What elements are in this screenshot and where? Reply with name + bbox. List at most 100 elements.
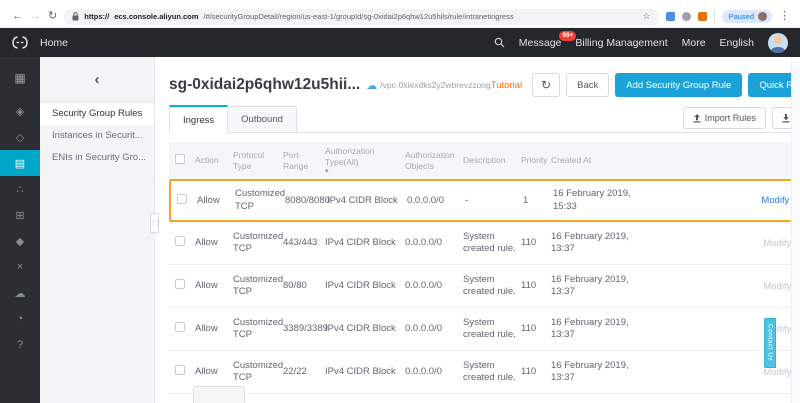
address-bar[interactable]: https://ecs.console.aliyun.com/#/securit… (64, 9, 658, 25)
export-download-icon (782, 114, 790, 123)
created-at-value: 16 February 2019, 13:37 (551, 231, 635, 256)
sidebar-resize-handle[interactable]: ⋮⋮ (150, 213, 159, 233)
paused-extension-pill[interactable]: Paused (722, 10, 772, 23)
cell-auth-objects: 0.0.0.0/0 (405, 280, 463, 292)
vpc-id-link[interactable]: /vpc-0xiexdks2y2wbrevzzoog (380, 80, 491, 90)
refresh-button[interactable]: ↻ (532, 73, 560, 97)
cell-description: - (465, 195, 523, 207)
cluster-icon[interactable]: ∴ (0, 176, 40, 202)
cell-description: System created rule. (463, 317, 521, 342)
contact-us-tab[interactable]: Contact Us (764, 318, 776, 368)
import-rules-button[interactable]: Import Rules (683, 107, 766, 129)
browser-reload-icon[interactable]: ↻ (48, 11, 57, 22)
help-tools-icon[interactable]: ? (0, 332, 40, 358)
row-checkbox[interactable] (175, 279, 185, 289)
collapse-chevron-icon: ‹ (95, 72, 100, 87)
tab-outbound[interactable]: Outbound (228, 106, 297, 132)
page-title: sg-0xidai2p6qhw12u5hii... (169, 76, 360, 94)
cell-priority: 1 (523, 195, 553, 207)
workbench-icon[interactable]: ◇ (0, 124, 40, 150)
created-at-value: 16 February 2019, 13:37 (551, 360, 635, 385)
message-label: Message (519, 37, 562, 49)
header-priority: Priority (521, 151, 551, 170)
url-path: /#/securityGroupDetail/region/us-east-1/… (203, 12, 513, 21)
row-checkbox[interactable] (177, 194, 187, 204)
header-description: Description (463, 151, 521, 170)
sidebar-item-security-group-rules[interactable]: Security Group Rules (40, 103, 154, 125)
browser-back-icon[interactable]: ← (12, 11, 23, 22)
row-checkbox[interactable] (175, 322, 185, 332)
cloud-storage-icon[interactable]: ☁ (0, 280, 40, 306)
sidebar-collapse[interactable]: ‹ (40, 57, 154, 103)
cell-created: 16 February 2019, 13:37 (551, 360, 635, 385)
created-at-value: 16 February 2019, 13:37 (551, 274, 635, 299)
page-scrollbar[interactable] (791, 57, 800, 403)
sidebar-item-enis[interactable]: ENIs in Security Gro... (40, 147, 154, 169)
icon-rail: ▦ ◈◇▤∴⊞◆×☁◔? (0, 57, 40, 403)
header-protocol-type: Protocol Type (233, 146, 283, 175)
batch-action-button-partial[interactable] (193, 386, 245, 403)
alibaba-cloud-logo-icon[interactable] (0, 36, 40, 49)
cell-created: 16 February 2019, 15:33 (553, 188, 637, 213)
filter-caret-icon[interactable]: ▾ (325, 168, 403, 175)
cell-created: 16 February 2019, 13:37 (551, 231, 635, 256)
cell-port: 8080/8080 (285, 195, 327, 207)
browser-menu-icon[interactable]: ⋮ (779, 11, 790, 22)
tab-ingress[interactable]: Ingress (169, 105, 228, 133)
cell-auth-type: IPv4 CIDR Block (325, 366, 405, 378)
search-icon[interactable] (494, 37, 505, 48)
extension-icon-3[interactable] (698, 12, 707, 21)
table-header-row: Action Protocol Type Port Range Authoriz… (169, 142, 800, 179)
header-port-range: Port Range (283, 146, 325, 175)
add-security-group-rule-button[interactable]: Add Security Group Rule (615, 73, 742, 97)
modify-link[interactable]: Modify (763, 238, 791, 249)
select-all-checkbox[interactable] (175, 154, 185, 164)
modify-link[interactable]: Modify (763, 281, 791, 292)
bookmark-star-icon[interactable]: ☆ (642, 11, 650, 22)
network-icon[interactable]: × (0, 254, 40, 280)
extension-icon-2[interactable] (682, 12, 691, 21)
cell-action: Allow (195, 366, 233, 378)
page-header: sg-0xidai2p6qhw12u5hii... ☁ /vpc-0xiexdk… (169, 69, 800, 101)
topnav-home[interactable]: Home (40, 37, 68, 49)
cell-description: System created rule. (463, 231, 521, 256)
tutorial-link[interactable]: Tutorial (491, 80, 522, 91)
message-count-badge: 99+ (559, 31, 576, 42)
ecs-instances-icon[interactable]: ▤ (0, 150, 40, 176)
row-checkbox[interactable] (175, 236, 185, 246)
sidebar-item-instances[interactable]: Instances in Securit... (40, 125, 154, 147)
product-compass-icon[interactable]: ◈ (0, 98, 40, 124)
modify-link[interactable]: Modify (761, 195, 789, 206)
topnav-more[interactable]: More (682, 37, 706, 49)
cell-action: Allow (195, 237, 233, 249)
extension-icon-1[interactable] (666, 12, 675, 21)
apps-grid-icon[interactable]: ▦ (0, 65, 40, 91)
browser-forward-icon[interactable]: → (30, 11, 41, 22)
snapshot-icon[interactable]: ⊞ (0, 202, 40, 228)
extension-separator (714, 11, 715, 23)
back-button[interactable]: Back (566, 73, 609, 97)
cell-action: Allow (195, 280, 233, 292)
security-shield-icon[interactable]: ◆ (0, 228, 40, 254)
screen: ← → ↻ https://ecs.console.aliyun.com/#/s… (0, 0, 800, 403)
cell-priority: 110 (521, 323, 551, 335)
topnav-message[interactable]: Message 99+ (519, 37, 562, 49)
modify-link[interactable]: Modify (763, 367, 791, 378)
header-authorization-type[interactable]: Authorization Type(All) ▾ (325, 142, 405, 179)
paused-label: Paused (729, 12, 754, 21)
row-checkbox[interactable] (175, 365, 185, 375)
header-authorization-objects: Authorization Objects (405, 146, 463, 175)
cell-priority: 110 (521, 280, 551, 292)
user-avatar[interactable] (768, 33, 788, 53)
rules-table: Action Protocol Type Port Range Authoriz… (169, 142, 800, 394)
import-upload-icon (693, 114, 701, 123)
topnav-billing[interactable]: Billing Management (575, 37, 667, 49)
cell-protocol: Customized TCP (233, 231, 283, 256)
topnav-language[interactable]: English (720, 37, 754, 49)
cell-created: 16 February 2019, 13:37 (551, 274, 635, 299)
cell-auth-type: IPv4 CIDR Block (325, 323, 405, 335)
header-actions-col: Actions (635, 151, 800, 170)
created-at-value: 16 February 2019, 13:37 (551, 317, 635, 342)
monitor-icon[interactable]: ◔ (0, 306, 40, 332)
cell-description: System created rule. (463, 360, 521, 385)
